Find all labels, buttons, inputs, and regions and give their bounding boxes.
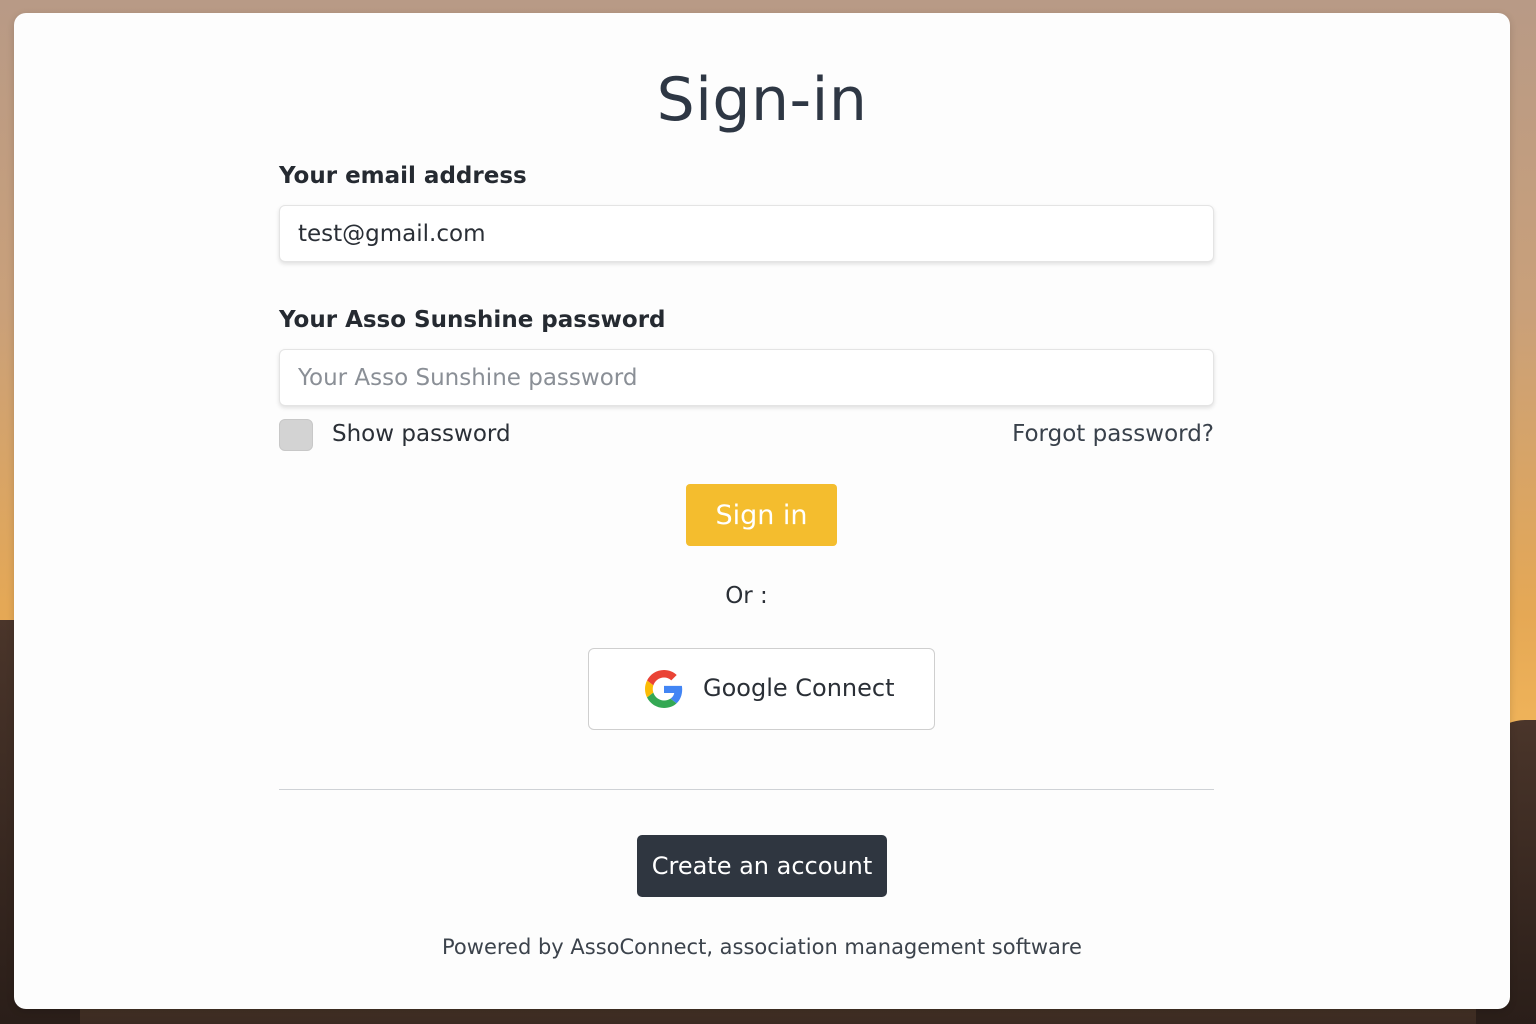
- signin-card: Sign-in Your email address Your Asso Sun…: [14, 13, 1510, 1009]
- signin-form: Your email address Your Asso Sunshine pa…: [279, 13, 1214, 1009]
- show-password-label[interactable]: Show password: [332, 421, 511, 447]
- show-password-checkbox[interactable]: [279, 419, 313, 451]
- password-field[interactable]: [279, 349, 1214, 406]
- google-connect-button[interactable]: Google Connect: [588, 648, 935, 730]
- powered-by-footer: Powered by AssoConnect, association mana…: [442, 935, 1082, 959]
- email-field[interactable]: [279, 205, 1214, 262]
- sign-in-button[interactable]: Sign in: [686, 484, 837, 546]
- or-separator-text: Or :: [725, 583, 768, 609]
- divider: [279, 789, 1214, 790]
- google-connect-label: Google Connect: [703, 674, 895, 702]
- create-account-button[interactable]: Create an account: [637, 835, 887, 897]
- google-icon: [645, 670, 683, 708]
- password-options-row: Show password Forgot password?: [279, 419, 1214, 453]
- forgot-password-link[interactable]: Forgot password?: [1012, 421, 1214, 447]
- email-label: Your email address: [279, 163, 527, 189]
- password-label: Your Asso Sunshine password: [279, 307, 666, 333]
